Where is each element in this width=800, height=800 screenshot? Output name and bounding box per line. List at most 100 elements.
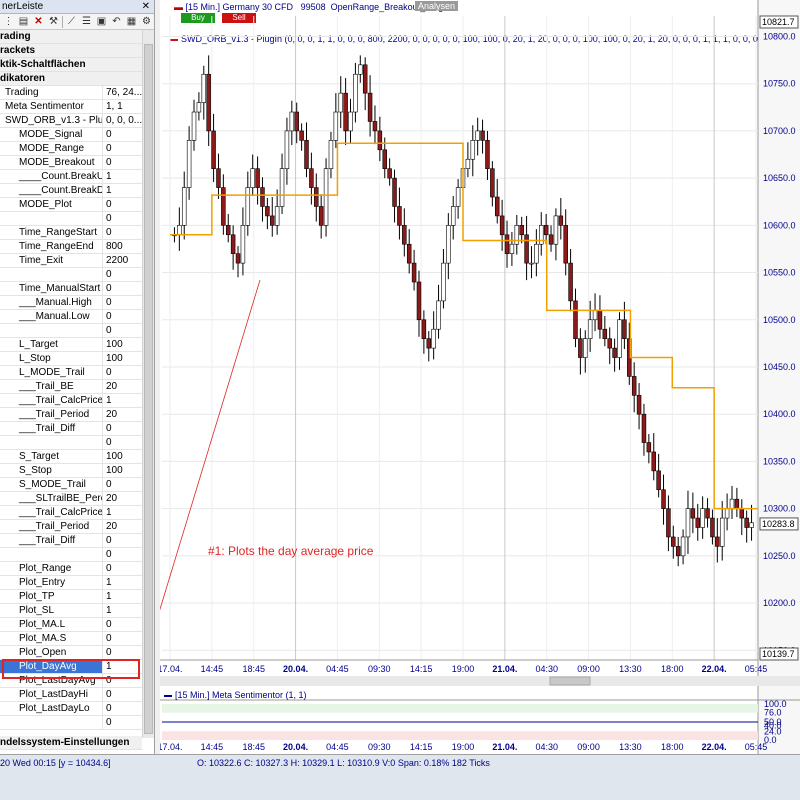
property-row[interactable]: Time_ManualStart 0 — [0, 282, 142, 296]
property-value[interactable]: 0 — [103, 562, 142, 575]
property-row[interactable]: ____Count.BreakDn 1 — [0, 184, 142, 198]
property-row[interactable]: MODE_Signal 0 — [0, 128, 142, 142]
property-value[interactable]: 0 — [103, 534, 142, 547]
property-value[interactable]: 0 — [103, 366, 142, 379]
property-row[interactable]: ___Trail_Diff 0 — [0, 534, 142, 548]
property-row[interactable]: L_Target 100 — [0, 338, 142, 352]
property-value[interactable]: 0 — [103, 296, 142, 309]
property-row[interactable]: ___Manual.High 0 — [0, 296, 142, 310]
property-value[interactable]: 0 — [103, 226, 142, 239]
property-value[interactable]: 1 — [103, 604, 142, 617]
property-value[interactable]: 0 — [103, 212, 142, 225]
property-row[interactable]: 0 — [0, 324, 142, 338]
property-row[interactable]: 0 — [0, 212, 142, 226]
property-value[interactable]: 20 — [103, 492, 142, 505]
category-item[interactable]: dikatoren — [0, 72, 154, 86]
view-icon[interactable]: ▣ — [95, 15, 108, 28]
property-value[interactable]: 1, 1 — [103, 100, 142, 113]
grip-icon[interactable]: ⋮ — [2, 15, 15, 28]
property-value[interactable]: 100 — [103, 450, 142, 463]
chart-icon[interactable]: ⟋ — [65, 15, 78, 28]
property-row[interactable]: Plot_Entry 1 — [0, 576, 142, 590]
property-row[interactable]: Plot_Range 0 — [0, 562, 142, 576]
property-value[interactable]: 0 — [103, 688, 142, 701]
property-value[interactable]: 0 — [103, 156, 142, 169]
property-value[interactable]: 100 — [103, 352, 142, 365]
property-value[interactable]: 0 — [103, 478, 142, 491]
property-value[interactable]: 0 — [103, 128, 142, 141]
property-value[interactable]: 800 — [103, 240, 142, 253]
save-icon[interactable]: ▤ — [17, 15, 30, 28]
property-row[interactable]: MODE_Plot 0 — [0, 198, 142, 212]
property-value[interactable]: 1 — [103, 170, 142, 183]
settings-icon[interactable]: ⚙ — [140, 15, 153, 28]
property-row[interactable]: Trading 76, 24... — [0, 86, 142, 100]
property-row[interactable]: Meta Sentimentor 1, 1 — [0, 100, 142, 114]
property-row[interactable]: SWD_ORB_v1.3 - Plu... 0, 0, 0... — [0, 114, 142, 128]
property-row[interactable]: Plot_LastDayHi 0 — [0, 688, 142, 702]
property-value[interactable]: 0 — [103, 618, 142, 631]
property-value[interactable]: 100 — [103, 338, 142, 351]
delete-icon[interactable]: ✕ — [32, 15, 45, 28]
property-row[interactable]: Time_RangeEnd 800 — [0, 240, 142, 254]
property-value[interactable]: 0 — [103, 702, 142, 715]
table-icon[interactable]: ▦ — [125, 15, 138, 28]
property-row[interactable]: L_MODE_Trail 0 — [0, 366, 142, 380]
property-value[interactable]: 1 — [103, 576, 142, 589]
category-trading-system-settings[interactable]: ndelssystem-Einstellungen — [0, 736, 142, 750]
tools-icon[interactable]: ⚒ — [47, 15, 60, 28]
property-value[interactable]: 0 — [103, 324, 142, 337]
property-row[interactable]: 0 — [0, 548, 142, 562]
property-row[interactable]: ____Count.BreakUp 1 — [0, 170, 142, 184]
property-row[interactable]: ___Trail_BE 20 — [0, 380, 142, 394]
price-chart[interactable]: 10800.0 10750.0 10700.0 10650.0 10600.0 10550… — [160, 0, 800, 754]
property-row[interactable]: ___Manual.Low 0 — [0, 310, 142, 324]
list-icon[interactable]: ☰ — [80, 15, 93, 28]
property-row[interactable]: ___Trail_CalcPrice 1 — [0, 506, 142, 520]
property-value[interactable]: 0 — [103, 198, 142, 211]
property-row[interactable]: 0 — [0, 436, 142, 450]
property-value[interactable]: 1 — [103, 590, 142, 603]
property-row[interactable]: Plot_SL 1 — [0, 604, 142, 618]
property-value[interactable]: 0 — [103, 422, 142, 435]
property-value[interactable]: 76, 24... — [103, 86, 142, 99]
chart-area[interactable]: ▬ [15 Min.] Germany 30 CFD 99508 OpenRan… — [160, 0, 800, 754]
property-row[interactable]: Plot_MA.L 0 — [0, 618, 142, 632]
property-value[interactable]: 0 — [103, 716, 142, 729]
property-value[interactable]: 20 — [103, 380, 142, 393]
property-row[interactable]: Time_RangeStart 0 — [0, 226, 142, 240]
scroll-thumb[interactable] — [144, 44, 153, 734]
property-row[interactable]: S_Target 100 — [0, 450, 142, 464]
property-row[interactable]: Plot_Open 0 — [0, 646, 142, 660]
property-value[interactable]: 0 — [103, 646, 142, 659]
property-value[interactable]: 0 — [103, 310, 142, 323]
property-row[interactable]: Plot_LastDayLo 0 — [0, 702, 142, 716]
property-value[interactable]: 100 — [103, 464, 142, 477]
property-value[interactable]: 20 — [103, 520, 142, 533]
property-row[interactable]: ___Trail_Period 20 — [0, 408, 142, 422]
property-value[interactable]: 0 — [103, 142, 142, 155]
property-row[interactable]: 0 — [0, 716, 142, 730]
property-row[interactable]: ___Trail_CalcPrice 1 — [0, 394, 142, 408]
property-value[interactable]: 0 — [103, 268, 142, 281]
property-value[interactable]: 1 — [103, 506, 142, 519]
property-value[interactable]: 0, 0, 0... — [103, 114, 142, 127]
property-row[interactable]: ___SLTrailBE_Perc 20 — [0, 492, 142, 506]
property-value[interactable]: 20 — [103, 408, 142, 421]
property-value[interactable]: 0 — [103, 282, 142, 295]
property-row[interactable]: ___Trail_Diff 0 — [0, 422, 142, 436]
property-value[interactable]: 1 — [103, 184, 142, 197]
property-value[interactable]: 2200 — [103, 254, 142, 267]
category-item[interactable]: rackets — [0, 44, 154, 58]
property-row[interactable]: Plot_MA.S 0 — [0, 632, 142, 646]
property-row[interactable]: 0 — [0, 268, 142, 282]
property-row[interactable]: S_MODE_Trail 0 — [0, 478, 142, 492]
property-row[interactable]: Time_Exit 2200 — [0, 254, 142, 268]
property-row[interactable]: MODE_Range 0 — [0, 142, 142, 156]
property-value[interactable]: 0 — [103, 548, 142, 561]
property-row[interactable]: Plot_TP 1 — [0, 590, 142, 604]
category-item[interactable]: rading — [0, 30, 154, 44]
property-row[interactable]: L_Stop 100 — [0, 352, 142, 366]
undo-icon[interactable]: ↶ — [110, 15, 123, 28]
category-item[interactable]: ktik-Schaltflächen — [0, 58, 154, 72]
